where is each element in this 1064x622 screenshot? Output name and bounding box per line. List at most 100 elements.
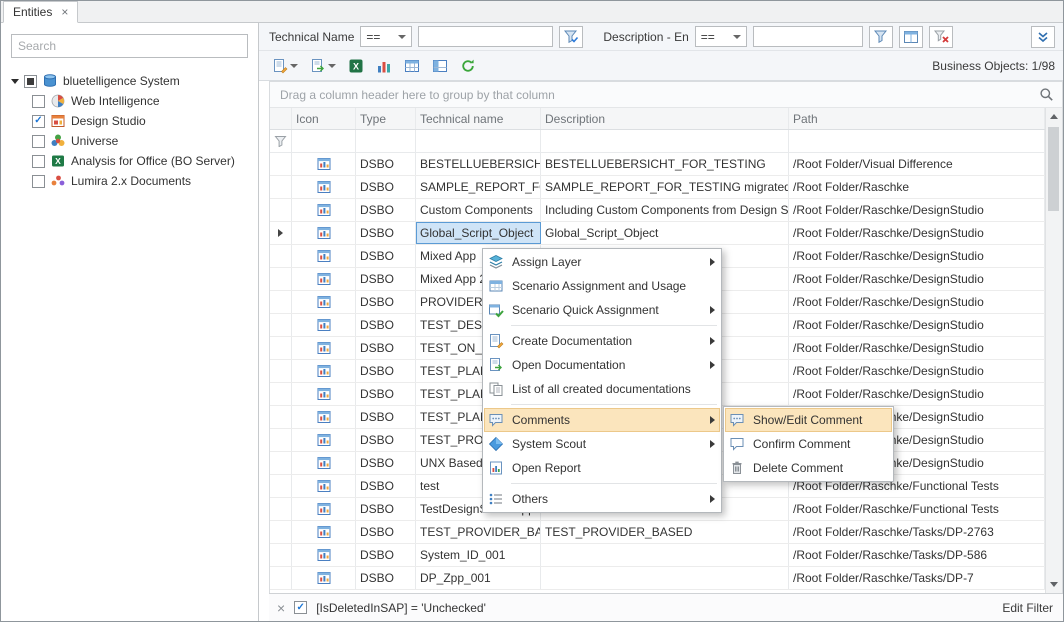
filter-cell[interactable] bbox=[356, 130, 416, 152]
table-row[interactable]: DSBOTEST_PROVIDER_BA...TEST_PROVIDER_BAS… bbox=[270, 521, 1045, 544]
close-icon[interactable]: × bbox=[61, 6, 68, 18]
cell-description[interactable]: BESTELLUEBERSICHT_FOR_TESTING bbox=[541, 153, 789, 175]
cell-path[interactable]: /Root Folder/Raschke/DesignStudio bbox=[789, 291, 1045, 313]
filter-cell[interactable] bbox=[789, 130, 1045, 152]
menu-item-assign-layer[interactable]: Assign Layer bbox=[484, 250, 720, 274]
filter-cell[interactable] bbox=[416, 130, 541, 152]
cell-type[interactable]: DSBO bbox=[356, 452, 416, 474]
grid-view-button[interactable] bbox=[402, 56, 422, 76]
submenu-item-confirm-comment[interactable]: Confirm Comment bbox=[725, 432, 892, 456]
grid-view-2-button[interactable] bbox=[430, 56, 450, 76]
menu-item-scenario-assignment[interactable]: Scenario Assignment and Usage bbox=[484, 274, 720, 298]
tree-item-web-intelligence[interactable]: Web Intelligence bbox=[11, 91, 248, 111]
cell-technical-name[interactable]: Global_Script_Object bbox=[416, 222, 541, 244]
cell-type[interactable]: DSBO bbox=[356, 314, 416, 336]
apply-description-filter-button[interactable] bbox=[869, 26, 893, 48]
table-row[interactable]: DSBODP_Zpp_001/Root Folder/Raschke/Tasks… bbox=[270, 567, 1045, 590]
cell-technical-name[interactable]: BESTELLUEBERSICHT... bbox=[416, 153, 541, 175]
checkbox-unchecked[interactable] bbox=[32, 175, 45, 188]
table-row[interactable]: DSBOSystem_ID_001/Root Folder/Raschke/Ta… bbox=[270, 544, 1045, 567]
cell-type[interactable]: DSBO bbox=[356, 544, 416, 566]
cell-path[interactable]: /Root Folder/Raschke/DesignStudio bbox=[789, 268, 1045, 290]
cell-technical-name[interactable]: Custom Components bbox=[416, 199, 541, 221]
technical-name-operator-select[interactable]: == bbox=[360, 26, 412, 47]
menu-item-comments[interactable]: Comments bbox=[484, 408, 720, 432]
cell-path[interactable]: /Root Folder/Visual Difference bbox=[789, 153, 1045, 175]
filter-cell[interactable] bbox=[292, 130, 356, 152]
cell-technical-name[interactable]: System_ID_001 bbox=[416, 544, 541, 566]
cell-path[interactable]: /Root Folder/Raschke/Tasks/DP-7 bbox=[789, 567, 1045, 589]
checkbox-unchecked[interactable] bbox=[32, 135, 45, 148]
search-icon[interactable] bbox=[1039, 87, 1054, 102]
remove-filter-button[interactable]: × bbox=[277, 601, 285, 615]
tree-item-universe[interactable]: Universe bbox=[11, 131, 248, 151]
cell-type[interactable]: DSBO bbox=[356, 475, 416, 497]
filter-panel-button[interactable] bbox=[899, 26, 923, 48]
cell-path[interactable]: /Root Folder/Raschke bbox=[789, 176, 1045, 198]
checkbox-checked[interactable]: ✓ bbox=[32, 115, 45, 128]
submenu-item-show-edit-comment[interactable]: Show/Edit Comment bbox=[725, 408, 892, 432]
cell-technical-name[interactable]: TEST_PROVIDER_BA... bbox=[416, 521, 541, 543]
cell-path[interactable]: /Root Folder/Raschke/Functional Tests bbox=[789, 498, 1045, 520]
tree-item-lumira-documents[interactable]: Lumira 2.x Documents bbox=[11, 171, 248, 191]
cell-type[interactable]: DSBO bbox=[356, 176, 416, 198]
cell-technical-name[interactable]: DP_Zpp_001 bbox=[416, 567, 541, 589]
description-operator-select[interactable]: == bbox=[695, 26, 747, 47]
checkbox-indeterminate[interactable] bbox=[24, 75, 37, 88]
cell-type[interactable]: DSBO bbox=[356, 406, 416, 428]
refresh-button[interactable] bbox=[458, 56, 478, 76]
tab-entities[interactable]: Entities × bbox=[3, 1, 78, 23]
cell-path[interactable]: /Root Folder/Raschke/DesignStudio bbox=[789, 360, 1045, 382]
cell-type[interactable]: DSBO bbox=[356, 222, 416, 244]
tree-root-bluetelligence-system[interactable]: bluetelligence System bbox=[11, 71, 248, 91]
cell-path[interactable]: /Root Folder/Raschke/DesignStudio bbox=[789, 222, 1045, 244]
edit-filter-button[interactable]: Edit Filter bbox=[1002, 601, 1053, 615]
filter-cell[interactable] bbox=[541, 130, 789, 152]
menu-item-list-documentations[interactable]: List of all created documentations bbox=[484, 377, 720, 401]
table-row[interactable]: DSBOSAMPLE_REPORT_FO...SAMPLE_REPORT_FOR… bbox=[270, 176, 1045, 199]
cell-type[interactable]: DSBO bbox=[356, 567, 416, 589]
checkbox-unchecked[interactable] bbox=[32, 155, 45, 168]
create-documentation-button[interactable] bbox=[270, 56, 300, 76]
scroll-down-icon[interactable] bbox=[1046, 576, 1062, 593]
column-header-description[interactable]: Description bbox=[541, 108, 789, 129]
table-row[interactable]: DSBOGlobal_Script_ObjectGlobal_Script_Ob… bbox=[270, 222, 1045, 245]
cell-type[interactable]: DSBO bbox=[356, 521, 416, 543]
cell-technical-name[interactable]: SAMPLE_REPORT_FO... bbox=[416, 176, 541, 198]
cell-description[interactable]: Including Custom Components from Design … bbox=[541, 199, 789, 221]
cell-path[interactable]: /Root Folder/Raschke/DesignStudio bbox=[789, 337, 1045, 359]
column-header-path[interactable]: Path bbox=[789, 108, 1045, 129]
cell-description[interactable]: Global_Script_Object bbox=[541, 222, 789, 244]
table-row[interactable]: DSBOBESTELLUEBERSICHT...BESTELLUEBERSICH… bbox=[270, 153, 1045, 176]
menu-item-open-report[interactable]: Open Report bbox=[484, 456, 720, 480]
cell-path[interactable]: /Root Folder/Raschke/DesignStudio bbox=[789, 314, 1045, 336]
cell-description[interactable]: TEST_PROVIDER_BASED bbox=[541, 521, 789, 543]
cell-type[interactable]: DSBO bbox=[356, 199, 416, 221]
cell-type[interactable]: DSBO bbox=[356, 245, 416, 267]
menu-item-open-documentation[interactable]: Open Documentation bbox=[484, 353, 720, 377]
cell-type[interactable]: DSBO bbox=[356, 498, 416, 520]
cell-path[interactable]: /Root Folder/Raschke/Tasks/DP-2763 bbox=[789, 521, 1045, 543]
export-excel-button[interactable]: X bbox=[346, 56, 366, 76]
toggle-filter-panel-button[interactable] bbox=[1031, 26, 1055, 48]
expander-icon[interactable] bbox=[11, 79, 19, 84]
technical-name-filter-input[interactable] bbox=[418, 26, 553, 47]
cell-description[interactable] bbox=[541, 567, 789, 589]
description-filter-input[interactable] bbox=[753, 26, 863, 47]
column-header-type[interactable]: Type bbox=[356, 108, 416, 129]
cell-type[interactable]: DSBO bbox=[356, 291, 416, 313]
cell-path[interactable]: /Root Folder/Raschke/DesignStudio bbox=[789, 199, 1045, 221]
submenu-item-delete-comment[interactable]: Delete Comment bbox=[725, 456, 892, 480]
cell-type[interactable]: DSBO bbox=[356, 153, 416, 175]
checkbox-unchecked[interactable] bbox=[32, 95, 45, 108]
filter-enabled-checkbox[interactable]: ✓ bbox=[294, 601, 307, 614]
cell-path[interactable]: /Root Folder/Raschke/DesignStudio bbox=[789, 245, 1045, 267]
cell-path[interactable]: /Root Folder/Raschke/DesignStudio bbox=[789, 383, 1045, 405]
apply-technical-name-filter-button[interactable] bbox=[559, 26, 583, 48]
cell-description[interactable]: SAMPLE_REPORT_FOR_TESTING migrated to sa… bbox=[541, 176, 789, 198]
search-input[interactable] bbox=[11, 34, 248, 58]
menu-item-others[interactable]: Others bbox=[484, 487, 720, 511]
table-row[interactable]: DSBOCustom ComponentsIncluding Custom Co… bbox=[270, 199, 1045, 222]
vertical-scrollbar[interactable] bbox=[1045, 108, 1062, 593]
open-documentation-button[interactable] bbox=[308, 56, 338, 76]
